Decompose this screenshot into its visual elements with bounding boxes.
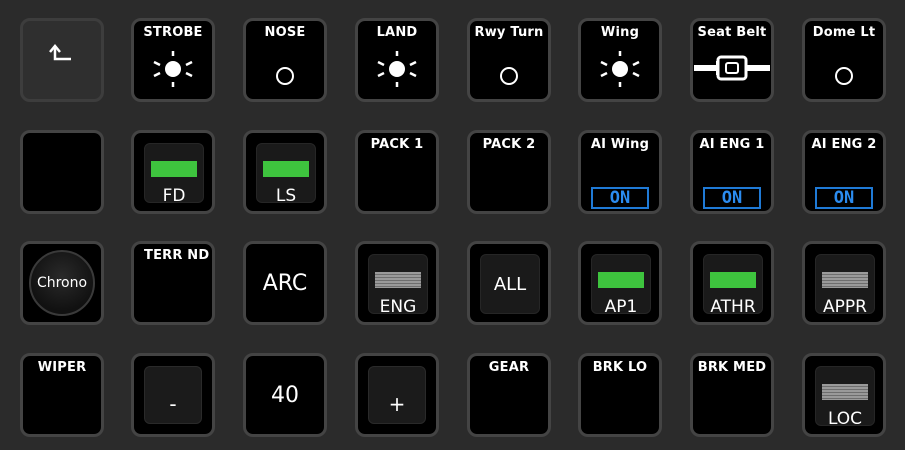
fd-indicator-light [151, 161, 197, 177]
ai-eng1-label: AI ENG 1 [699, 137, 765, 152]
wing-label: Wing [600, 25, 640, 40]
light-off-icon [276, 67, 294, 85]
status-badge: ON [815, 187, 873, 209]
chrono-knob: Chrono [29, 250, 95, 316]
fd-button[interactable]: FD [131, 130, 215, 214]
appr-indicator-light [822, 272, 868, 288]
value-display: 40 [243, 353, 327, 437]
strobe-light-button[interactable]: STROBE [131, 18, 215, 102]
light-on-icon [153, 51, 193, 87]
button-face: ENG [368, 254, 428, 317]
button-face: LOC [815, 366, 875, 429]
rwy-turn-light-button[interactable]: Rwy Turn [467, 18, 551, 102]
minus-label: - [144, 366, 202, 424]
chrono-label: Chrono [36, 275, 88, 291]
athr-button[interactable]: ATHR [690, 241, 774, 325]
ai-eng1-button[interactable]: AI ENG 1 ON [690, 130, 774, 214]
athr-label: ATHR [710, 297, 756, 317]
button-face: ATHR [703, 254, 763, 317]
back-arrow-icon [23, 43, 101, 69]
gear-button[interactable]: GEAR [467, 353, 551, 437]
brk-med-label: BRK MED [697, 360, 767, 375]
ls-label: LS [275, 186, 297, 206]
ap1-label: AP1 [604, 297, 638, 317]
increment-button[interactable]: + [355, 353, 439, 437]
back-button[interactable] [20, 18, 104, 102]
ai-eng2-button[interactable]: AI ENG 2 ON [802, 130, 886, 214]
all-label: ALL [493, 273, 527, 295]
ls-indicator-light [263, 161, 309, 177]
ap1-button[interactable]: AP1 [578, 241, 662, 325]
seat-belt-icon [694, 55, 770, 81]
rwy-turn-label: Rwy Turn [474, 25, 544, 40]
plus-label: + [368, 366, 426, 424]
terr-nd-label: TERR ND [144, 248, 210, 263]
appr-label: APPR [823, 297, 867, 317]
value-label: 40 [271, 382, 299, 408]
ai-wing-label: AI Wing [590, 137, 650, 152]
dome-light-button[interactable]: Dome Lt [802, 18, 886, 102]
eng-label: ENG [379, 297, 417, 317]
eng-indicator-light [375, 272, 421, 288]
arc-label: ARC [262, 270, 308, 296]
terr-nd-button[interactable]: TERR ND [131, 241, 215, 325]
gear-label: GEAR [488, 360, 530, 375]
appr-button[interactable]: APPR [802, 241, 886, 325]
brk-med-button[interactable]: BRK MED [690, 353, 774, 437]
loc-button[interactable]: LOC [802, 353, 886, 437]
arc-button[interactable]: ARC [243, 241, 327, 325]
ai-eng2-label: AI ENG 2 [811, 137, 877, 152]
ai-wing-button[interactable]: AI Wing ON [578, 130, 662, 214]
land-label: LAND [376, 25, 418, 40]
loc-indicator-light [822, 384, 868, 400]
land-light-button[interactable]: LAND [355, 18, 439, 102]
nose-light-button[interactable]: NOSE [243, 18, 327, 102]
brk-lo-button[interactable]: BRK LO [578, 353, 662, 437]
decrement-button[interactable]: - [131, 353, 215, 437]
seat-belt-button[interactable]: Seat Belt [690, 18, 774, 102]
ls-button[interactable]: LS [243, 130, 327, 214]
strobe-label: STROBE [143, 25, 203, 40]
status-badge: ON [703, 187, 761, 209]
fd-label: FD [162, 186, 186, 206]
wing-light-button[interactable]: Wing [578, 18, 662, 102]
button-face: ALL [480, 254, 540, 314]
nose-label: NOSE [264, 25, 306, 40]
pack1-label: PACK 1 [370, 137, 424, 152]
eng-button[interactable]: ENG [355, 241, 439, 325]
pack2-label: PACK 2 [482, 137, 536, 152]
light-on-icon [377, 51, 417, 87]
light-on-icon [600, 51, 640, 87]
button-face: LS [256, 143, 316, 206]
button-face: AP1 [591, 254, 651, 317]
light-off-icon [500, 67, 518, 85]
chrono-button[interactable]: Chrono [20, 241, 104, 325]
light-off-icon [835, 67, 853, 85]
brk-lo-label: BRK LO [592, 360, 648, 375]
athr-indicator-light [710, 272, 756, 288]
loc-label: LOC [827, 409, 863, 429]
button-face: APPR [815, 254, 875, 317]
seat-belt-label: Seat Belt [697, 25, 767, 40]
ap1-indicator-light [598, 272, 644, 288]
wiper-label: WIPER [37, 360, 87, 375]
button-face: FD [144, 143, 204, 206]
blank-button[interactable] [20, 130, 104, 214]
wiper-button[interactable]: WIPER [20, 353, 104, 437]
pack1-button[interactable]: PACK 1 [355, 130, 439, 214]
dome-lt-label: Dome Lt [812, 25, 876, 40]
pack2-button[interactable]: PACK 2 [467, 130, 551, 214]
all-button[interactable]: ALL [467, 241, 551, 325]
status-badge: ON [591, 187, 649, 209]
